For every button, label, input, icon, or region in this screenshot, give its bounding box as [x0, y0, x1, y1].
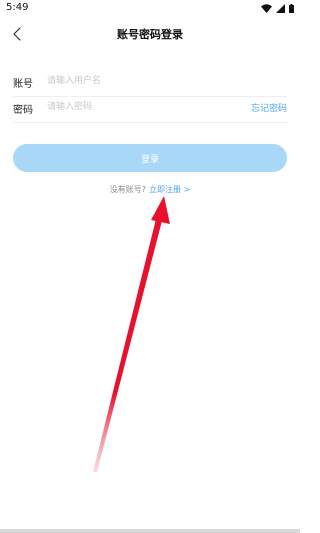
account-row: 账号: [13, 71, 287, 93]
page-title: 账号密码登录: [117, 28, 183, 41]
account-label: 账号: [13, 79, 33, 90]
register-line: 没有账号? 立即注册 >: [0, 184, 300, 195]
header: 账号密码登录: [0, 20, 300, 48]
signal-icon: [276, 3, 285, 13]
no-account-text: 没有账号?: [109, 185, 146, 194]
arrow-head: [151, 196, 170, 224]
battery-icon: [289, 3, 294, 13]
register-link[interactable]: 立即注册 >: [149, 185, 190, 194]
wifi-icon: [261, 3, 272, 13]
status-time: 5:49: [6, 2, 29, 13]
password-label: 密码: [13, 105, 33, 116]
login-button[interactable]: 登录: [13, 144, 287, 172]
password-row: 密码 忘记密码: [13, 97, 287, 119]
divider: [13, 122, 287, 123]
arrow-shaft: [93, 211, 164, 472]
bottom-bar: [0, 529, 300, 533]
forgot-password-link[interactable]: 忘记密码: [251, 101, 287, 114]
username-input[interactable]: [47, 73, 227, 89]
status-bar: 5:49: [0, 0, 300, 16]
status-icons: [261, 3, 294, 13]
password-input[interactable]: [47, 99, 227, 115]
